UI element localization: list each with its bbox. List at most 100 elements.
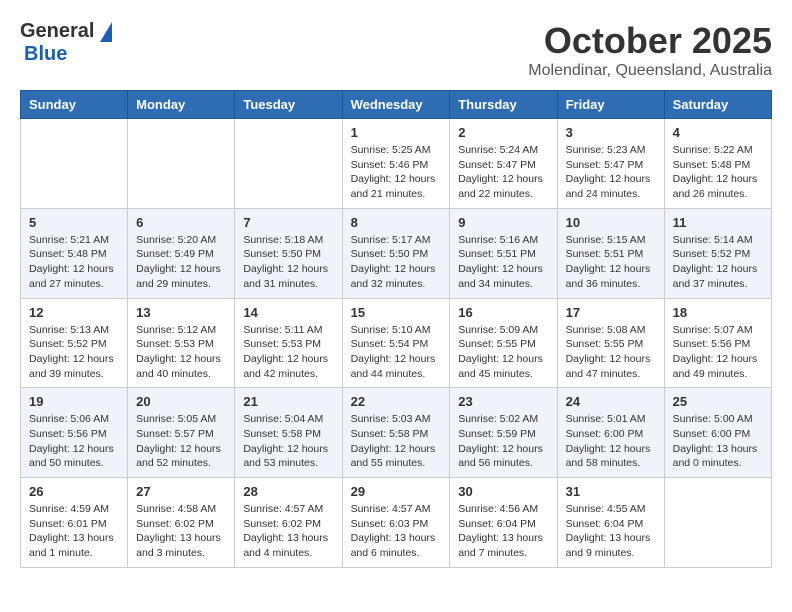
day-number: 11 — [673, 215, 763, 230]
table-row: 29 Sunrise: 4:57 AM Sunset: 6:03 PM Dayli… — [342, 478, 450, 568]
header-saturday: Saturday — [664, 91, 771, 119]
day-info: Sunrise: 5:01 AM Sunset: 6:00 PM Dayligh… — [566, 412, 656, 471]
table-row: 24 Sunrise: 5:01 AM Sunset: 6:00 PM Dayli… — [557, 388, 664, 478]
table-row: 27Sunrise: 4:58 AM Sunset: 6:02 PM Dayli… — [128, 478, 235, 568]
table-row: 22 Sunrise: 5:03 AM Sunset: 5:58 PM Dayli… — [342, 388, 450, 478]
calendar-header-row: Sunday Monday Tuesday Wednesday Thursday… — [21, 91, 772, 119]
table-row: 21Sunrise: 5:04 AM Sunset: 5:58 PM Dayli… — [235, 388, 342, 478]
day-number: 7 — [243, 215, 333, 230]
day-info: Sunrise: 5:08 AM Sunset: 5:55 PM Dayligh… — [566, 323, 656, 382]
logo-icon — [100, 22, 112, 42]
day-number: 22 — [351, 394, 442, 409]
day-info: Sunrise: 4:57 AM Sunset: 6:03 PM Dayligh… — [351, 502, 442, 561]
table-row: 9Sunrise: 5:16 AM Sunset: 5:51 PM Daylig… — [450, 208, 557, 298]
table-row: 10 Sunrise: 5:15 AM Sunset: 5:51 PM Dayli… — [557, 208, 664, 298]
day-info: Sunrise: 5:12 AM Sunset: 5:53 PM Dayligh… — [136, 323, 226, 382]
day-info: Sunrise: 5:24 AM Sunset: 5:47 PM Dayligh… — [458, 143, 548, 202]
logo-general: General — [20, 20, 94, 43]
day-info: Sunrise: 4:56 AM Sunset: 6:04 PM Dayligh… — [458, 502, 548, 561]
table-row — [21, 119, 128, 209]
logo: General Blue — [20, 20, 112, 66]
day-number: 10 — [566, 215, 656, 230]
day-number: 1 — [351, 125, 442, 140]
table-row — [664, 478, 771, 568]
day-info: Sunrise: 5:14 AM Sunset: 5:52 PM Dayligh… — [673, 233, 763, 292]
day-info: Sunrise: 5:23 AM Sunset: 5:47 PM Dayligh… — [566, 143, 656, 202]
day-info: Sunrise: 5:21 AM Sunset: 5:48 PM Dayligh… — [29, 233, 119, 292]
day-info: Sunrise: 5:22 AM Sunset: 5:48 PM Dayligh… — [673, 143, 763, 202]
day-info: Sunrise: 5:02 AM Sunset: 5:59 PM Dayligh… — [458, 412, 548, 471]
table-row: 28 Sunrise: 4:57 AM Sunset: 6:02 PM Dayli… — [235, 478, 342, 568]
day-info: Sunrise: 4:59 AM Sunset: 6:01 PM Dayligh… — [29, 502, 119, 561]
day-info: Sunrise: 5:09 AM Sunset: 5:55 PM Dayligh… — [458, 323, 548, 382]
header-sunday: Sunday — [21, 91, 128, 119]
day-number: 12 — [29, 305, 119, 320]
table-row: 2 Sunrise: 5:24 AM Sunset: 5:47 PM Daylig… — [450, 119, 557, 209]
table-row: 6Sunrise: 5:20 AM Sunset: 5:49 PM Daylig… — [128, 208, 235, 298]
month-title: October 2025 — [528, 20, 772, 62]
day-info: Sunrise: 5:11 AM Sunset: 5:53 PM Dayligh… — [243, 323, 333, 382]
day-info: Sunrise: 5:04 AM Sunset: 5:58 PM Dayligh… — [243, 412, 333, 471]
calendar-week-row: 5Sunrise: 5:21 AM Sunset: 5:48 PM Daylig… — [21, 208, 772, 298]
day-info: Sunrise: 5:18 AM Sunset: 5:50 PM Dayligh… — [243, 233, 333, 292]
day-number: 28 — [243, 484, 333, 499]
header-thursday: Thursday — [450, 91, 557, 119]
location-title: Molendinar, Queensland, Australia — [528, 62, 772, 80]
day-info: Sunrise: 4:57 AM Sunset: 6:02 PM Dayligh… — [243, 502, 333, 561]
day-info: Sunrise: 5:00 AM Sunset: 6:00 PM Dayligh… — [673, 412, 763, 471]
day-number: 15 — [351, 305, 442, 320]
day-number: 18 — [673, 305, 763, 320]
logo-blue: Blue — [24, 43, 67, 66]
day-info: Sunrise: 5:05 AM Sunset: 5:57 PM Dayligh… — [136, 412, 226, 471]
day-number: 2 — [458, 125, 548, 140]
day-number: 29 — [351, 484, 442, 499]
day-info: Sunrise: 5:06 AM Sunset: 5:56 PM Dayligh… — [29, 412, 119, 471]
table-row: 4 Sunrise: 5:22 AM Sunset: 5:48 PM Daylig… — [664, 119, 771, 209]
day-info: Sunrise: 5:10 AM Sunset: 5:54 PM Dayligh… — [351, 323, 442, 382]
table-row: 18Sunrise: 5:07 AM Sunset: 5:56 PM Dayli… — [664, 298, 771, 388]
table-row: 23 Sunrise: 5:02 AM Sunset: 5:59 PM Dayli… — [450, 388, 557, 478]
table-row: 30Sunrise: 4:56 AM Sunset: 6:04 PM Dayli… — [450, 478, 557, 568]
table-row: 12 Sunrise: 5:13 AM Sunset: 5:52 PM Dayli… — [21, 298, 128, 388]
day-info: Sunrise: 4:55 AM Sunset: 6:04 PM Dayligh… — [566, 502, 656, 561]
calendar-week-row: 26 Sunrise: 4:59 AM Sunset: 6:01 PM Dayli… — [21, 478, 772, 568]
day-number: 25 — [673, 394, 763, 409]
day-number: 8 — [351, 215, 442, 230]
table-row: 25 Sunrise: 5:00 AM Sunset: 6:00 PM Dayli… — [664, 388, 771, 478]
table-row: 17 Sunrise: 5:08 AM Sunset: 5:55 PM Dayli… — [557, 298, 664, 388]
day-info: Sunrise: 5:17 AM Sunset: 5:50 PM Dayligh… — [351, 233, 442, 292]
table-row: 15 Sunrise: 5:10 AM Sunset: 5:54 PM Dayli… — [342, 298, 450, 388]
table-row: 3 Sunrise: 5:23 AM Sunset: 5:47 PM Daylig… — [557, 119, 664, 209]
table-row: 1Sunrise: 5:25 AM Sunset: 5:46 PM Daylig… — [342, 119, 450, 209]
day-info: Sunrise: 5:15 AM Sunset: 5:51 PM Dayligh… — [566, 233, 656, 292]
day-number: 20 — [136, 394, 226, 409]
table-row: 14 Sunrise: 5:11 AM Sunset: 5:53 PM Dayli… — [235, 298, 342, 388]
table-row: 31Sunrise: 4:55 AM Sunset: 6:04 PM Dayli… — [557, 478, 664, 568]
day-number: 9 — [458, 215, 548, 230]
table-row: 7 Sunrise: 5:18 AM Sunset: 5:50 PM Daylig… — [235, 208, 342, 298]
day-number: 24 — [566, 394, 656, 409]
day-number: 26 — [29, 484, 119, 499]
table-row: 16 Sunrise: 5:09 AM Sunset: 5:55 PM Dayli… — [450, 298, 557, 388]
page-header: General Blue October 2025 Molendinar, Qu… — [20, 20, 772, 80]
day-number: 16 — [458, 305, 548, 320]
header-tuesday: Tuesday — [235, 91, 342, 119]
day-info: Sunrise: 5:13 AM Sunset: 5:52 PM Dayligh… — [29, 323, 119, 382]
day-number: 14 — [243, 305, 333, 320]
day-number: 17 — [566, 305, 656, 320]
table-row — [128, 119, 235, 209]
calendar-week-row: 1Sunrise: 5:25 AM Sunset: 5:46 PM Daylig… — [21, 119, 772, 209]
header-monday: Monday — [128, 91, 235, 119]
day-number: 4 — [673, 125, 763, 140]
table-row: 5Sunrise: 5:21 AM Sunset: 5:48 PM Daylig… — [21, 208, 128, 298]
day-number: 23 — [458, 394, 548, 409]
title-section: October 2025 Molendinar, Queensland, Aus… — [528, 20, 772, 80]
calendar-table: Sunday Monday Tuesday Wednesday Thursday… — [20, 90, 772, 568]
day-number: 3 — [566, 125, 656, 140]
table-row: 26 Sunrise: 4:59 AM Sunset: 6:01 PM Dayli… — [21, 478, 128, 568]
table-row: 13Sunrise: 5:12 AM Sunset: 5:53 PM Dayli… — [128, 298, 235, 388]
calendar-week-row: 19Sunrise: 5:06 AM Sunset: 5:56 PM Dayli… — [21, 388, 772, 478]
day-info: Sunrise: 5:03 AM Sunset: 5:58 PM Dayligh… — [351, 412, 442, 471]
table-row: 19Sunrise: 5:06 AM Sunset: 5:56 PM Dayli… — [21, 388, 128, 478]
table-row: 20 Sunrise: 5:05 AM Sunset: 5:57 PM Dayli… — [128, 388, 235, 478]
